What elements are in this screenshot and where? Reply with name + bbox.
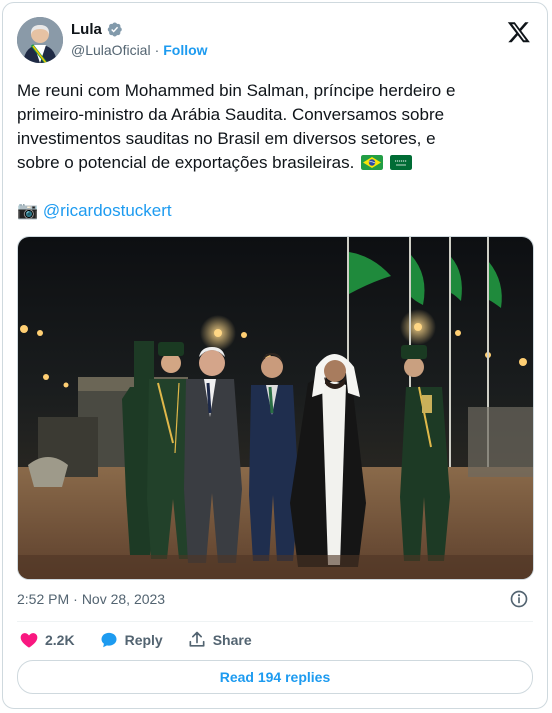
- time-separator: ·: [73, 591, 78, 607]
- mention-link[interactable]: @ricardostuckert: [43, 201, 172, 220]
- tweet-card: Lula @LulaOficial · Follow Me reuni com …: [2, 2, 548, 709]
- tweet-photo[interactable]: [17, 236, 534, 580]
- display-name[interactable]: Lula: [71, 21, 102, 38]
- share-icon: [189, 631, 205, 647]
- read-replies-button[interactable]: Read 194 replies: [17, 660, 533, 694]
- like-button[interactable]: 2.2K: [19, 630, 75, 650]
- reply-bubble-icon: [101, 632, 117, 648]
- author-block: Lula @LulaOficial · Follow: [71, 21, 208, 58]
- photo-image: [18, 237, 533, 579]
- x-logo-icon[interactable]: [507, 20, 531, 44]
- heart-icon: [20, 633, 38, 648]
- tweet-text-line: primeiro-ministro da Arábia Saudita. Con…: [17, 105, 445, 124]
- tweet-text-line: investimentos sauditas no Brasil em dive…: [17, 129, 436, 148]
- handle-row: @LulaOficial · Follow: [71, 42, 208, 58]
- share-label: Share: [212, 632, 252, 648]
- avatar[interactable]: [17, 17, 63, 63]
- text-spacer: [17, 175, 537, 199]
- reply-button[interactable]: Reply: [99, 630, 163, 650]
- photo-credit-line: 📷 @ricardostuckert: [17, 199, 537, 223]
- brazil-flag-icon: [361, 155, 384, 170]
- action-bar: 2.2K Reply Share: [19, 627, 276, 653]
- tweet-text-line-last: sobre o potencial de exportações brasile…: [17, 151, 537, 175]
- follow-button[interactable]: Follow: [163, 42, 207, 58]
- camera-icon: 📷: [17, 201, 39, 220]
- share-button[interactable]: Share: [187, 630, 252, 650]
- info-icon[interactable]: [509, 589, 529, 609]
- verified-badge-icon: [107, 22, 122, 37]
- handle[interactable]: @LulaOficial: [71, 42, 151, 58]
- saudi-arabia-flag-icon: [389, 155, 412, 170]
- tweet-text: Me reuni com Mohammed bin Salman, prínci…: [17, 79, 537, 223]
- timestamp[interactable]: 2:52 PM · Nov 28, 2023: [17, 591, 165, 607]
- handle-separator: ·: [154, 42, 160, 58]
- tweet-header: Lula @LulaOficial · Follow: [17, 15, 533, 65]
- tweet-text-line: Me reuni com Mohammed bin Salman, prínci…: [17, 81, 456, 100]
- tweet-time[interactable]: 2:52 PM: [17, 591, 69, 607]
- display-name-row: Lula: [71, 21, 208, 38]
- tweet-date[interactable]: Nov 28, 2023: [82, 591, 165, 607]
- tweet-text-line: sobre o potencial de exportações brasile…: [17, 153, 355, 172]
- like-count: 2.2K: [45, 632, 75, 648]
- reply-label: Reply: [124, 632, 163, 648]
- divider: [17, 621, 533, 622]
